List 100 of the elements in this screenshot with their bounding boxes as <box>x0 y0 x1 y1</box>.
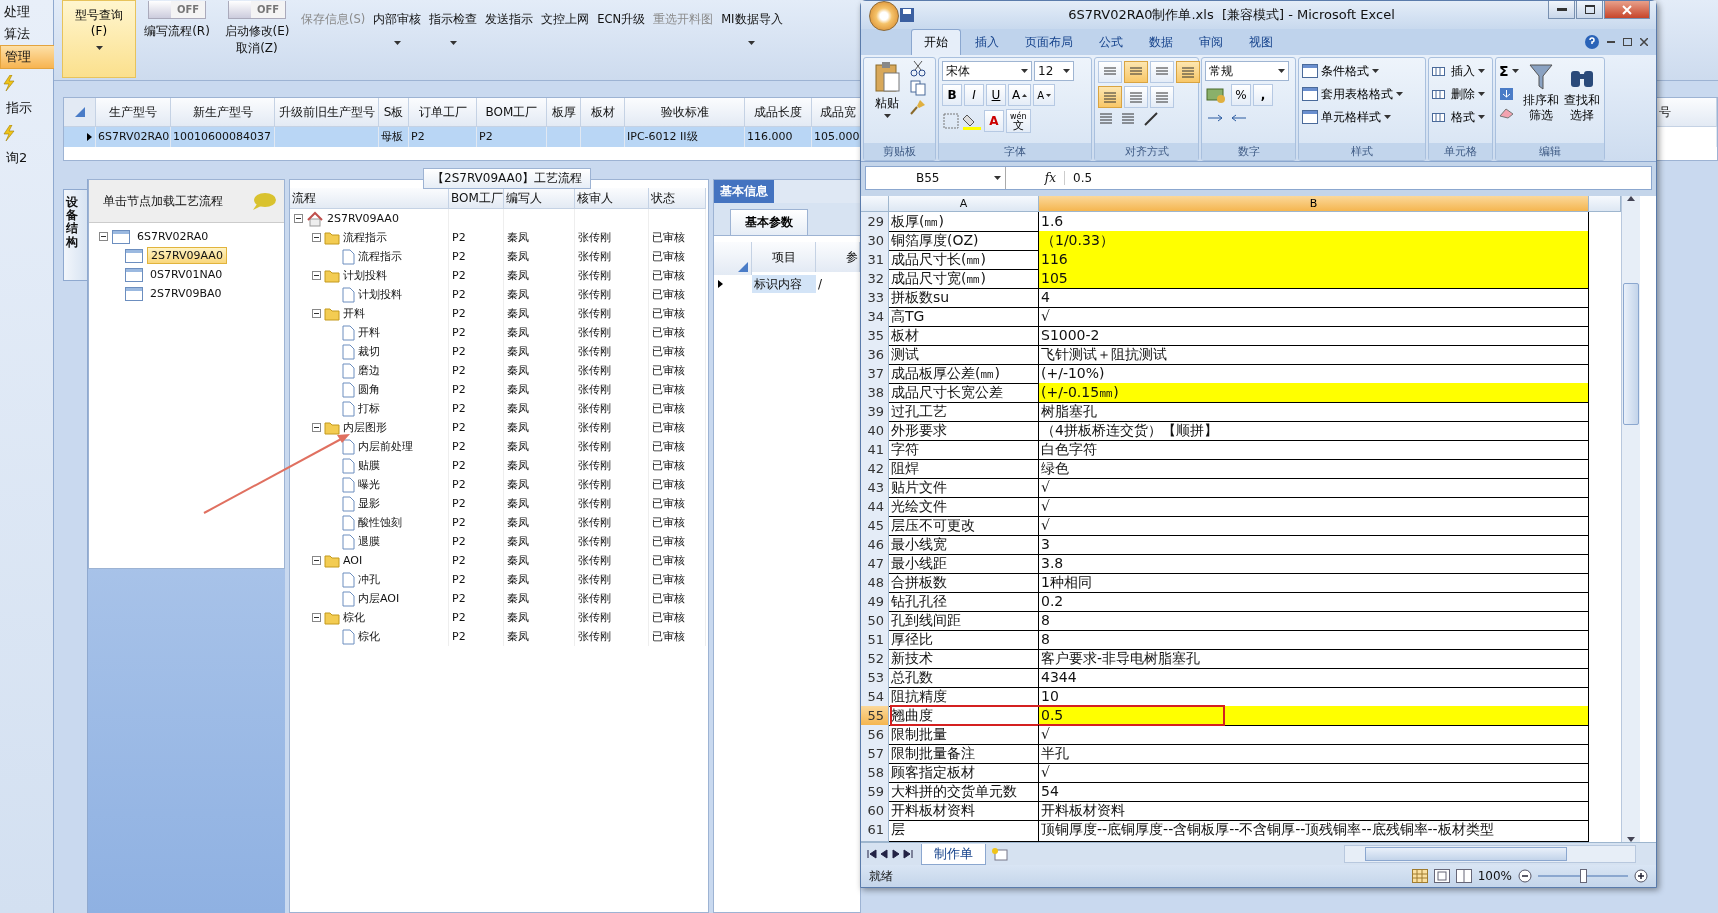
grow-font-button[interactable]: A <box>1008 84 1032 106</box>
cell-menu-button[interactable]: 删除 <box>1432 84 1485 104</box>
tree-item[interactable]: 流程指示 <box>343 228 387 247</box>
tree-item[interactable]: 流程指示 <box>358 247 402 266</box>
row-header[interactable]: 57 <box>861 744 889 764</box>
tree-item[interactable]: 冲孔 <box>358 570 380 589</box>
percent-button[interactable]: % <box>1231 84 1251 106</box>
ribbon-tab[interactable]: 数据 <box>1137 30 1185 55</box>
column-header[interactable]: 生产型号 <box>96 98 171 127</box>
font-color-button[interactable]: A <box>984 110 1004 132</box>
table-cell[interactable]: 板材 <box>889 326 1039 346</box>
comma-button[interactable]: , <box>1253 84 1273 106</box>
close-button[interactable] <box>1604 1 1650 19</box>
cell-menu-button[interactable]: 插入 <box>1432 61 1485 81</box>
table-cell[interactable]: 光绘文件 <box>889 497 1039 517</box>
find-select-button[interactable]: 查找和 选择 <box>1562 61 1601 123</box>
table-cell[interactable]: 8 <box>1039 611 1589 631</box>
name-box[interactable]: B55 <box>916 171 940 185</box>
minimize-button[interactable] <box>1548 1 1575 19</box>
row-header[interactable]: 32 <box>861 269 889 289</box>
nav-item[interactable]: 指示 <box>2 97 55 119</box>
table-cell[interactable]: 钻孔孔径 <box>889 592 1039 612</box>
button-label[interactable]: 启动修改(E) 取消(Z) <box>224 23 290 57</box>
table-cell[interactable]: √ <box>1039 497 1589 517</box>
table-cell[interactable]: 开料板材资料 <box>889 801 1039 821</box>
table-cell[interactable]: 116 <box>1039 250 1589 270</box>
row-header[interactable]: 44 <box>861 497 889 517</box>
table-cell[interactable]: √ <box>1039 763 1589 783</box>
column-header[interactable]: 参 <box>816 242 860 272</box>
column-header[interactable]: 流程 <box>290 188 449 209</box>
align-button[interactable] <box>1098 86 1122 108</box>
table-cell[interactable]: 合拼板数 <box>889 573 1039 593</box>
format-button[interactable]: B <box>942 84 962 106</box>
button-label[interactable]: 编写流程(R) <box>144 23 210 40</box>
format-button[interactable]: I <box>964 84 984 106</box>
formula-field[interactable]: 0.5 <box>1065 171 1093 185</box>
nav-item[interactable]: 算法 <box>0 23 53 45</box>
column-header[interactable]: 项目 <box>752 242 816 272</box>
table-cell[interactable]: 贴片文件 <box>889 478 1039 498</box>
tree-item[interactable]: 0S7RV01NA0 <box>147 267 226 282</box>
tree-item[interactable]: 圆角 <box>358 380 380 399</box>
tab[interactable]: 基本信息 <box>714 180 774 203</box>
query-button[interactable]: 型号查询(F) <box>62 0 136 78</box>
table-cell[interactable]: 新技术 <box>889 649 1039 669</box>
row-header[interactable]: 42 <box>861 459 889 479</box>
toolbar-button[interactable]: ECN升级 <box>594 0 649 45</box>
row-header[interactable]: 54 <box>861 687 889 707</box>
column-header[interactable]: A <box>889 196 1039 212</box>
style-menu-button[interactable]: 套用表格格式 <box>1302 84 1403 104</box>
scrollbar[interactable] <box>1344 845 1636 863</box>
scrollbar-thumb[interactable] <box>1623 283 1639 425</box>
row-header[interactable]: 34 <box>861 307 889 327</box>
row-header[interactable]: 43 <box>861 478 889 498</box>
table-cell[interactable]: 飞针测试＋阻抗测试 <box>1039 345 1589 365</box>
nav-item[interactable]: 询2 <box>2 147 55 169</box>
table-cell[interactable]: 限制批量 <box>889 725 1039 745</box>
row-header[interactable]: 41 <box>861 440 889 460</box>
row-header[interactable]: 55 <box>861 706 889 726</box>
row-header[interactable]: 58 <box>861 763 889 783</box>
align-button[interactable] <box>1098 61 1122 83</box>
sum-button[interactable]: Σ <box>1499 61 1519 81</box>
table-cell[interactable]: 最小线距 <box>889 554 1039 574</box>
select-all-button[interactable] <box>861 196 889 212</box>
row-header[interactable]: 48 <box>861 573 889 593</box>
table-cell[interactable]: √ <box>1039 478 1589 498</box>
sort-filter-button[interactable]: 排序和 筛选 <box>1521 61 1560 123</box>
table-cell[interactable]: 白色字符 <box>1039 440 1589 460</box>
table-cell[interactable]: 3.8 <box>1039 554 1589 574</box>
row-header[interactable]: 49 <box>861 592 889 612</box>
table-cell[interactable]: 0.5 <box>1039 706 1589 726</box>
nav-item[interactable]: 管理 <box>0 45 55 69</box>
phonetic-button[interactable]: wén 文 <box>1006 109 1031 133</box>
toolbar-button[interactable]: 文控上网 <box>538 0 593 45</box>
column-header[interactable]: BOM工厂 <box>449 188 504 209</box>
table-cell[interactable]: 3 <box>1039 535 1589 555</box>
toolbar-button[interactable]: MI数据导入 <box>718 0 786 45</box>
format-button[interactable]: U <box>986 84 1006 106</box>
table-cell[interactable]: 层压不可更改 <box>889 516 1039 536</box>
toolbar-button[interactable]: 发送指示 <box>482 0 537 45</box>
vertical-tab[interactable]: 设备结构 <box>63 189 87 281</box>
maximize-button[interactable] <box>1576 1 1603 19</box>
column-header[interactable]: 状态 <box>649 188 706 209</box>
table-cell[interactable]: 字符 <box>889 440 1039 460</box>
column-header[interactable]: 成品长度 <box>745 98 812 127</box>
font-name-field[interactable]: 宋体 <box>942 61 1032 81</box>
table-cell[interactable]: 限制批量备注 <box>889 744 1039 764</box>
table-cell[interactable]: 厚径比 <box>889 630 1039 650</box>
toggle-switch[interactable]: OFF <box>148 1 206 19</box>
table-cell[interactable]: 最小线宽 <box>889 535 1039 555</box>
table-cell[interactable]: 拼板数su <box>889 288 1039 308</box>
align-button[interactable] <box>1124 86 1148 108</box>
column-header[interactable]: 号 <box>1656 98 1717 127</box>
ribbon-tab[interactable]: 审阅 <box>1187 30 1235 55</box>
table-cell[interactable]: 大料拼的交货单元数 <box>889 782 1039 802</box>
tree-item[interactable]: 显影 <box>358 494 380 513</box>
tree-item[interactable]: 开料 <box>343 304 365 323</box>
column-header[interactable]: 板材 <box>581 98 625 127</box>
row-header[interactable]: 30 <box>861 231 889 251</box>
column-header[interactable]: B <box>1039 196 1589 212</box>
table-cell[interactable]: 高TG <box>889 307 1039 327</box>
